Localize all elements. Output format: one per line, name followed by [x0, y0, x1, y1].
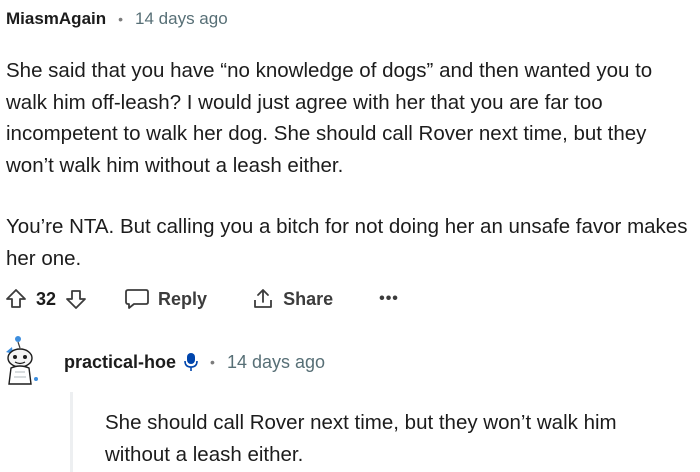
reply-quote-text: She should call Rover next time, but the… [105, 411, 617, 466]
downvote-arrow-icon [66, 290, 86, 309]
snoo-avatar-icon [6, 336, 38, 385]
meta-separator: • [118, 11, 124, 27]
reply-label: Reply [158, 288, 208, 309]
downvote-button[interactable] [64, 287, 88, 311]
comment-action-bar: 32 Reply Share ••• [4, 284, 399, 314]
microphone-icon [184, 352, 198, 372]
reply-username[interactable]: practical-hoe [64, 352, 176, 373]
vote-count: 32 [36, 288, 57, 309]
share-upload-icon [254, 289, 272, 308]
meta-separator: • [210, 354, 215, 370]
comment-meta: MiasmAgain • 14 days ago [6, 8, 228, 30]
reply-meta: practical-hoe • 14 days ago [64, 350, 325, 374]
share-label: Share [283, 288, 334, 309]
reply-button[interactable]: Reply [124, 287, 207, 311]
upvote-arrow-icon [6, 289, 26, 308]
more-options-button[interactable]: ••• [379, 290, 399, 308]
avatar[interactable] [0, 332, 44, 386]
comment-paragraph-1: She said that you have “no knowledge of … [6, 59, 653, 177]
thread-collapse-line[interactable] [70, 392, 73, 472]
share-button[interactable]: Share [251, 287, 333, 311]
comment-paragraph-2: You’re NTA. But calling you a bitch for … [6, 215, 688, 270]
speech-bubble-icon [125, 289, 149, 309]
comment-username[interactable]: MiasmAgain [6, 9, 106, 29]
reply-timestamp[interactable]: 14 days ago [227, 352, 325, 373]
comment-timestamp[interactable]: 14 days ago [135, 9, 228, 29]
upvote-button[interactable] [4, 287, 28, 311]
